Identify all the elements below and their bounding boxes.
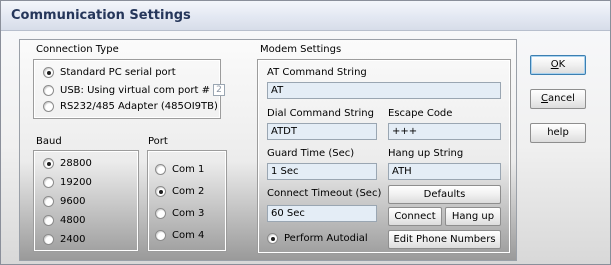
ok-button[interactable]: OK	[530, 55, 586, 75]
radio-button[interactable]	[43, 234, 54, 245]
radio-rs232-485[interactable]: RS232/485 Adapter (485OI9TB)	[43, 101, 218, 112]
baud-19200-label: 19200	[60, 177, 92, 188]
connect-timeout-label: Connect Timeout (Sec)	[267, 188, 382, 199]
window-title: Communication Settings	[11, 8, 191, 23]
modem-settings-group: AT Command String AT Dial Command String…	[257, 59, 511, 254]
escape-code-field[interactable]: +++	[388, 123, 501, 140]
ok-label-rest: K	[558, 59, 566, 70]
radio-button[interactable]	[43, 158, 54, 169]
cancel-label-rest: ancel	[548, 93, 575, 104]
at-command-label: AT Command String	[267, 67, 367, 78]
port-com4-label: Com 4	[172, 230, 205, 241]
port-com3-label: Com 3	[172, 208, 205, 219]
help-button[interactable]: help	[530, 123, 586, 143]
port-com4[interactable]: Com 4	[155, 230, 204, 241]
connection-type-group: Standard PC serial port USB: Using virtu…	[33, 59, 225, 119]
radio-button[interactable]	[43, 67, 54, 78]
radio-button[interactable]	[43, 101, 54, 112]
radio-button[interactable]	[155, 164, 166, 175]
radio-button[interactable]	[43, 177, 54, 188]
communication-settings-window: Communication Settings Connection Type S…	[0, 0, 611, 265]
hang-up-button[interactable]: Hang up	[445, 207, 501, 226]
baud-9600-label: 9600	[60, 196, 86, 207]
edit-phone-numbers-button[interactable]: Edit Phone Numbers	[388, 230, 501, 249]
modem-settings-label: Modem Settings	[260, 44, 342, 55]
escape-code-label: Escape Code	[388, 108, 453, 119]
title-bar: Communication Settings	[1, 1, 610, 31]
baud-19200[interactable]: 19200	[43, 177, 92, 188]
hang-up-string-label: Hang up String	[388, 148, 464, 159]
port-com3[interactable]: Com 3	[155, 208, 204, 219]
radio-button[interactable]	[43, 84, 54, 96]
cancel-accesskey: C	[541, 93, 549, 104]
at-command-field[interactable]: AT	[267, 82, 501, 99]
radio-standard-serial-label: Standard PC serial port	[60, 67, 176, 78]
radio-button[interactable]	[43, 196, 54, 207]
hang-up-string-field[interactable]: ATH	[388, 163, 501, 180]
port-label: Port	[148, 136, 168, 147]
radio-button[interactable]	[155, 186, 166, 197]
perform-autodial-option[interactable]: Perform Autodial	[267, 233, 368, 244]
defaults-button[interactable]: Defaults	[388, 185, 501, 204]
baud-9600[interactable]: 9600	[43, 196, 85, 207]
radio-usb[interactable]: USB: Using virtual com port # 2	[43, 84, 225, 96]
settings-panel: Connection Type Standard PC serial port …	[19, 39, 517, 261]
baud-group: 28800 19200 9600 4800 2400	[33, 150, 139, 252]
radio-button[interactable]	[155, 208, 166, 219]
baud-28800-label: 28800	[60, 158, 92, 169]
guard-time-field[interactable]: 1 Sec	[267, 163, 377, 180]
radio-button[interactable]	[267, 233, 278, 244]
connection-type-label: Connection Type	[36, 44, 119, 55]
radio-button[interactable]	[155, 230, 166, 241]
dial-command-field[interactable]: ATDT	[267, 123, 377, 140]
cancel-button[interactable]: Cancel	[530, 89, 586, 109]
port-com2[interactable]: Com 2	[155, 186, 204, 197]
baud-4800[interactable]: 4800	[43, 215, 85, 226]
radio-button[interactable]	[43, 215, 54, 226]
port-com1-label: Com 1	[172, 164, 205, 175]
connect-timeout-field[interactable]: 60 Sec	[267, 205, 377, 222]
port-group: Com 1 Com 2 Com 3 Com 4	[147, 150, 227, 252]
baud-2400-label: 2400	[60, 234, 86, 245]
perform-autodial-label: Perform Autodial	[284, 233, 368, 244]
baud-2400[interactable]: 2400	[43, 234, 85, 245]
guard-time-label: Guard Time (Sec)	[267, 148, 355, 159]
port-com1[interactable]: Com 1	[155, 164, 204, 175]
baud-label: Baud	[36, 136, 62, 147]
radio-usb-label: USB: Using virtual com port #	[60, 84, 210, 96]
dial-command-label: Dial Command String	[267, 108, 374, 119]
ok-accesskey: O	[550, 59, 559, 70]
port-com2-label: Com 2	[172, 186, 205, 197]
baud-4800-label: 4800	[60, 215, 86, 226]
connect-button[interactable]: Connect	[388, 207, 442, 226]
radio-rs232-485-label: RS232/485 Adapter (485OI9TB)	[60, 101, 218, 112]
baud-28800[interactable]: 28800	[43, 158, 92, 169]
com-port-number-field[interactable]: 2	[213, 84, 225, 96]
radio-standard-serial[interactable]: Standard PC serial port	[43, 67, 176, 78]
